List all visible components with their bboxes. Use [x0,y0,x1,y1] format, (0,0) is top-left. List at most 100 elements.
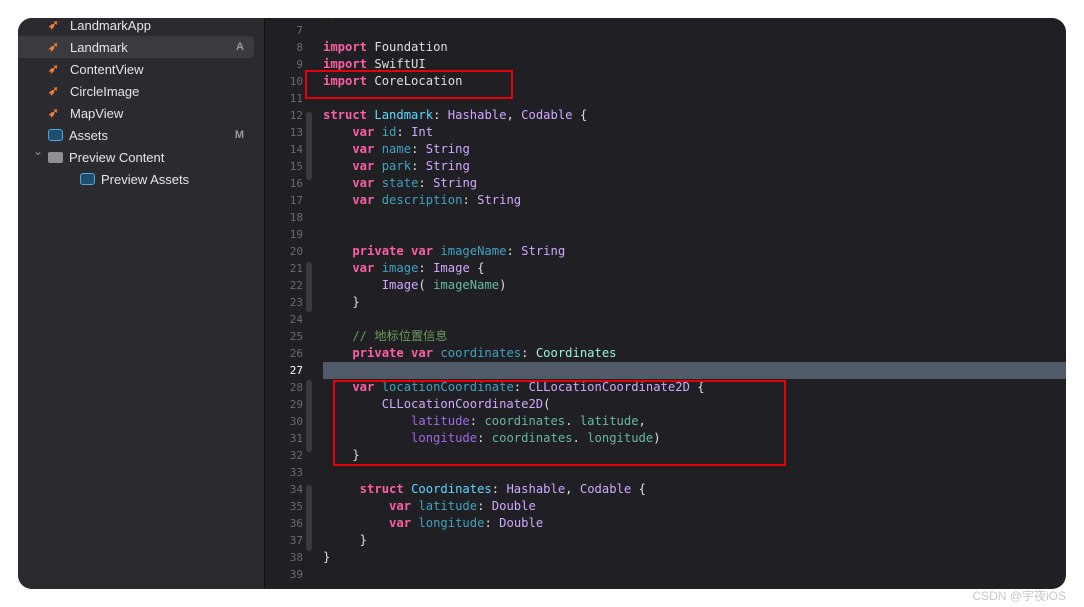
code-line[interactable]: var latitude: Double [323,498,536,515]
code-token: : [521,346,529,360]
code-line[interactable]: var park: String [323,158,469,175]
sidebar-item[interactable]: ➶ Landmark A [18,36,254,58]
sidebar-item[interactable]: ⌄ Preview Content [18,144,254,168]
code-token: imageName [440,244,507,258]
code-token: var [323,516,412,530]
line-number: 11 [289,92,303,105]
code-token: image [381,261,419,275]
code-token: : [484,516,492,530]
code-token: park [381,159,412,173]
code-token: struct [323,108,368,122]
code-token: imageName [433,278,500,292]
code-token: : [491,482,500,496]
line-number: 24 [289,313,303,326]
sidebar-item[interactable]: Preview Assets [18,168,254,190]
code-token: Codable [521,108,573,122]
code-token: Foundation [374,40,448,54]
swift-file-icon: ➶ [48,83,59,98]
code-line[interactable]: private var imageName: String [323,243,565,260]
disclosure-chevron-icon[interactable]: ⌄ [33,144,43,158]
line-number: 14 [289,143,303,156]
line-number: 36 [289,517,303,530]
code-editor[interactable]: 6//78import Foundation9import SwiftUI10i… [265,18,1066,589]
code-token: Landmark [374,108,434,122]
code-token: Codable [579,482,632,496]
code-token: import [323,40,368,54]
code-line[interactable]: // [323,18,338,22]
asset-catalog-icon [80,173,95,185]
sidebar-item[interactable]: Assets M [18,124,254,146]
code-token: var [323,499,412,513]
sidebar-item[interactable]: ➶ CircleImage [18,80,254,102]
code-line[interactable]: var name: String [323,141,470,158]
code-token: var [323,142,375,156]
code-line[interactable]: var image: Image { [323,260,484,277]
line-number: 28 [289,381,303,394]
code-token: id [381,125,397,139]
code-token: Double [499,516,544,530]
code-token: Hashable [447,108,507,122]
sidebar-item-label: ContentView [70,61,144,77]
code-token: // 地标位置信息 [323,329,448,343]
code-token: // [323,18,338,20]
fold-ribbon[interactable] [306,112,312,180]
line-number: 29 [289,398,303,411]
code-line[interactable]: } [323,549,330,566]
line-number: 30 [289,415,303,428]
code-line[interactable]: var longitude: Double [323,515,543,532]
line-number: 21 [289,262,303,275]
scm-status-badge: A [236,41,244,53]
line-number: 23 [289,296,303,309]
code-token: private var [323,346,434,360]
code-line[interactable]: private var coordinates: Coordinates [323,345,617,362]
code-line[interactable]: struct Landmark: Hashable, Codable { [323,107,587,124]
code-token: { [638,482,646,496]
code-token: } [323,533,368,547]
code-line[interactable]: Image( imageName) [323,277,507,294]
code-line[interactable]: var id: Int [323,124,433,141]
code-line[interactable]: import Foundation [323,39,448,56]
line-number: 39 [289,568,303,581]
annotation-box-import [305,70,513,99]
line-number: 9 [296,58,303,71]
line-number: 31 [289,432,303,445]
sidebar-item[interactable]: ➶ ContentView [18,58,254,80]
watermark: CSDN @宇夜iOS [972,589,1066,603]
code-token: : [411,159,419,173]
code-token: } [323,295,360,309]
code-line[interactable]: } [323,532,367,549]
code-token: String [425,142,470,156]
code-token: var [323,176,375,190]
code-token: String [433,176,478,190]
code-line[interactable]: // 地标位置信息 [323,328,448,345]
code-token: SwiftUI [374,57,426,71]
line-number: 38 [289,551,303,564]
code-token: Double [491,499,536,513]
sidebar-item[interactable]: ➶ LandmarkApp [18,18,254,36]
code-line[interactable]: var description: String [323,192,521,209]
line-number: 7 [296,24,303,37]
code-token: var [323,125,375,139]
code-line[interactable]: struct Coordinates: Hashable, Codable { [323,481,646,498]
code-token: Coordinates [535,346,617,360]
code-line[interactable]: var state: String [323,175,477,192]
code-token: String [521,244,566,258]
code-line[interactable]: } [323,294,360,311]
code-token: private var [323,244,434,258]
swift-file-icon: ➶ [48,18,59,32]
code-token: coordinates [440,346,522,360]
fold-ribbon[interactable] [306,380,312,452]
code-token: struct [323,482,404,496]
folder-icon [48,151,63,163]
code-token: ) [499,278,507,292]
line-number: 19 [289,228,303,241]
line-number: 25 [289,330,303,343]
sidebar-item[interactable]: ➶ MapView [18,102,254,124]
line-number: 8 [296,41,303,54]
code-token: longitude [418,516,485,530]
line-number: 18 [289,211,303,224]
fold-ribbon[interactable] [306,262,312,312]
fold-ribbon[interactable] [306,485,312,551]
code-token: : [462,193,470,207]
line-number: 10 [289,75,303,88]
